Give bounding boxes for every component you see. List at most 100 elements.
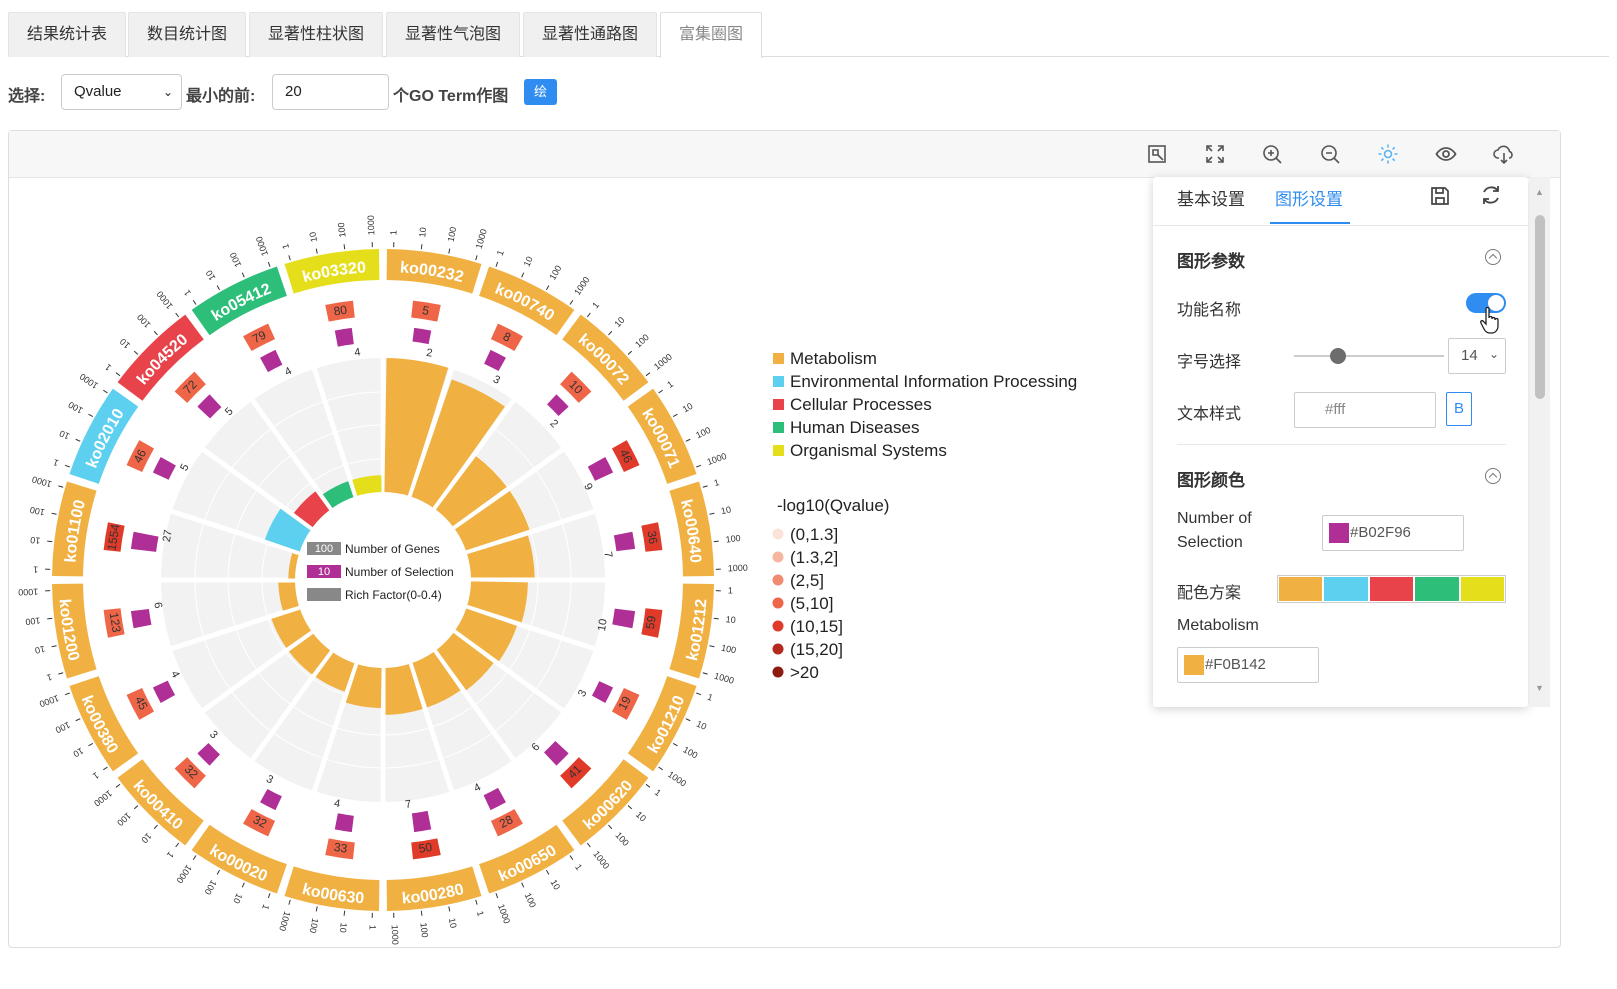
- scale-tick-label: 1: [91, 770, 101, 781]
- category-legend-swatch: [773, 353, 784, 364]
- scale-tick-label: 100: [418, 922, 430, 938]
- scale-tick: [343, 910, 346, 916]
- selection-count-label: 3: [576, 688, 589, 699]
- scale-tick: [115, 372, 121, 377]
- scale-tick-label: 1: [495, 249, 506, 257]
- selection-color-input[interactable]: #B02F96: [1322, 515, 1464, 551]
- scale-tick: [685, 438, 691, 442]
- metabolism-color-label: Metabolism: [1177, 617, 1259, 634]
- selection-bar: [612, 608, 636, 629]
- font-size-select[interactable]: 14 ⌄: [1448, 338, 1506, 374]
- scale-tick: [608, 824, 613, 830]
- scale-tick-label: 10: [338, 922, 349, 933]
- font-size-slider-knob[interactable]: [1329, 348, 1346, 364]
- settings-gear-icon[interactable]: [1377, 143, 1399, 165]
- scale-tick: [241, 882, 245, 888]
- scale-tick-label: 1: [165, 850, 176, 860]
- scale-tick: [133, 350, 139, 355]
- bold-button[interactable]: B: [1446, 392, 1472, 426]
- scale-tick: [495, 893, 499, 899]
- selection-bar: [411, 810, 432, 833]
- center-legend-label: Rich Factor(0-0.4): [345, 588, 442, 602]
- scale-tick: [420, 244, 423, 250]
- qvalue-legend-dot: [772, 574, 784, 586]
- category-legend-swatch: [773, 445, 784, 456]
- scale-tick-label: 10: [231, 892, 244, 905]
- scale-tick: [709, 645, 715, 648]
- selection-count-label: 4: [168, 669, 181, 680]
- selection-count-label: 6: [151, 601, 164, 609]
- scale-tick-label: 1000: [366, 215, 377, 235]
- font-size-slider[interactable]: [1294, 355, 1444, 357]
- center-circle: [297, 494, 469, 666]
- scale-tick-label: 1000: [572, 275, 592, 297]
- function-name-label: 功能名称: [1177, 302, 1242, 319]
- save-icon[interactable]: [1429, 185, 1451, 207]
- center-legend-box-text: 100: [315, 543, 333, 555]
- scale-tick-label: 1000: [390, 925, 401, 945]
- scale-tick-label: 1: [388, 230, 398, 235]
- scale-tick-label: 1: [573, 862, 584, 872]
- color-scheme-select[interactable]: [1277, 575, 1506, 603]
- scheme-color-2: [1369, 577, 1414, 601]
- zoom-out-icon[interactable]: [1319, 143, 1341, 165]
- scale-tick-label: 1: [706, 692, 714, 703]
- metabolism-color-input[interactable]: #F0B142: [1177, 647, 1319, 683]
- scale-tick-label: 1000: [38, 693, 60, 709]
- selection-bar: [412, 327, 432, 345]
- fullscreen-icon[interactable]: [1204, 143, 1226, 165]
- scrollbar-thumb[interactable]: [1535, 215, 1545, 399]
- eye-icon[interactable]: [1435, 143, 1457, 165]
- scale-tick: [58, 672, 64, 675]
- zoom-in-icon[interactable]: [1261, 143, 1283, 165]
- collapse-colors-icon[interactable]: [1485, 468, 1501, 484]
- scale-tick: [702, 672, 708, 675]
- scale-tick: [672, 413, 678, 418]
- selection-bar: [591, 681, 614, 703]
- scale-tick-label: 10: [417, 227, 428, 238]
- scale-tick-label: 10: [118, 336, 132, 350]
- scale-tick-label: 1: [665, 379, 675, 390]
- scale-tick: [115, 783, 121, 788]
- selection-count-label: 4: [333, 797, 341, 810]
- collapse-params-icon[interactable]: [1485, 249, 1501, 265]
- hand-cursor-icon: [1479, 305, 1503, 335]
- center-legend-box: [307, 588, 341, 601]
- scale-tick: [672, 742, 678, 747]
- text-color-input[interactable]: #fff: [1294, 392, 1436, 428]
- scale-tick-label: 1000: [155, 289, 175, 311]
- tab-basic-settings[interactable]: 基本设置: [1177, 185, 1245, 210]
- scroll-up-arrow[interactable]: ▲: [1535, 187, 1544, 197]
- gene-count-label: 80: [333, 303, 349, 319]
- scale-tick: [569, 300, 574, 305]
- scale-tick-label: 1000: [728, 563, 748, 574]
- scale-tick-label: 10: [204, 269, 218, 283]
- cloud-download-icon[interactable]: [1493, 143, 1515, 165]
- scale-tick-label: 10: [307, 231, 319, 243]
- scale-tick-label: 10: [720, 504, 732, 516]
- scale-tick-label: 100: [25, 615, 41, 627]
- category-legend-label: Human Diseases: [790, 418, 919, 437]
- scale-tick: [153, 824, 158, 830]
- tab-graph-settings[interactable]: 图形设置: [1275, 185, 1343, 210]
- scale-tick-label: 1000: [713, 671, 735, 686]
- scroll-down-arrow[interactable]: ▼: [1535, 683, 1544, 693]
- scheme-color-0: [1279, 577, 1323, 601]
- selection-bar: [130, 531, 159, 552]
- scale-tick: [475, 899, 478, 905]
- scale-tick: [713, 540, 719, 543]
- scale-tick-label: 1: [367, 925, 377, 930]
- scale-tick-label: 100: [613, 830, 631, 848]
- qvalue-legend-dot: [772, 528, 784, 540]
- settings-scrollbar[interactable]: ▲ ▼: [1530, 177, 1550, 707]
- qvalue-legend-label: (0,1.3]: [790, 525, 838, 544]
- scale-tick: [216, 285, 221, 291]
- scale-tick: [658, 766, 663, 771]
- scale-tick: [315, 248, 318, 254]
- selection-count-label: 2: [425, 347, 433, 360]
- scale-tick-label: 10: [522, 255, 535, 268]
- refresh-icon[interactable]: [1479, 183, 1503, 207]
- selection-bar: [587, 457, 614, 481]
- metabolism-color-swatch: [1184, 655, 1204, 676]
- selection-count-label: 6: [530, 741, 543, 754]
